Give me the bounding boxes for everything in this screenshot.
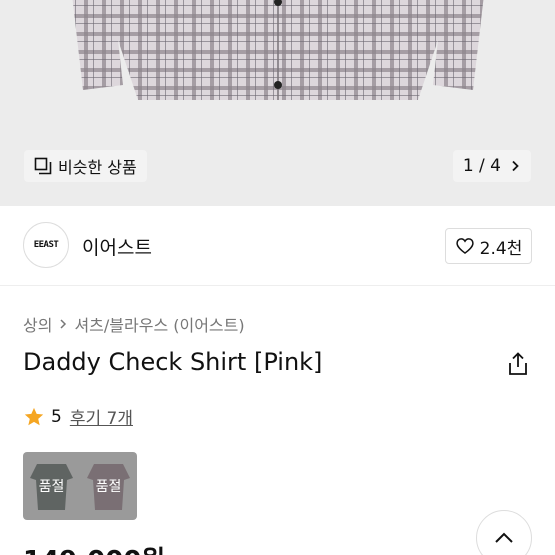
product-title: Daddy Check Shirt [Pink] [23,348,323,376]
chevron-right-icon [512,160,519,172]
color-options: 품절 품절 [23,452,137,520]
share-icon[interactable] [507,352,529,376]
copy-icon [34,157,52,175]
pager-text: 1 / 4 [462,156,501,176]
sold-out-label: 품절 [95,479,122,495]
like-count: 2.4천 [479,238,523,259]
breadcrumb-level1[interactable]: 상의 [23,312,52,336]
sold-out-label: 품절 [38,479,65,495]
similar-products-label: 비슷한 상품 [58,158,137,177]
similar-products-button[interactable]: 비슷한 상품 [24,150,147,182]
product-price: 149,000원 [23,540,165,555]
color-swatch[interactable]: 품절 [23,452,80,520]
image-pager[interactable]: 1 / 4 [452,150,531,182]
heart-icon [455,238,474,255]
star-icon [24,407,44,425]
scroll-to-top-button[interactable] [476,510,532,555]
shirt-image [72,0,484,100]
color-swatch[interactable]: 품절 [80,452,137,520]
brand-row[interactable]: EEAST 이어스트 2.4천 [0,206,555,286]
brand-logo-text: EEAST [33,240,59,250]
rating-value: 5 [51,406,62,427]
like-button[interactable]: 2.4천 [445,228,532,264]
rating-row: 5 후기 7개 [23,404,133,429]
review-count-link[interactable]: 후기 7개 [70,404,133,429]
product-image-carousel[interactable]: 비슷한 상품 1 / 4 [0,0,555,206]
chevron-right-icon [60,319,67,329]
brand-name[interactable]: 이어스트 [82,233,152,260]
brand-logo[interactable]: EEAST [23,222,69,268]
breadcrumb: 상의 셔츠/블라우스 (이어스트) [23,312,245,336]
chevron-up-icon [495,532,513,543]
breadcrumb-level2[interactable]: 셔츠/블라우스 (이어스트) [74,312,244,336]
